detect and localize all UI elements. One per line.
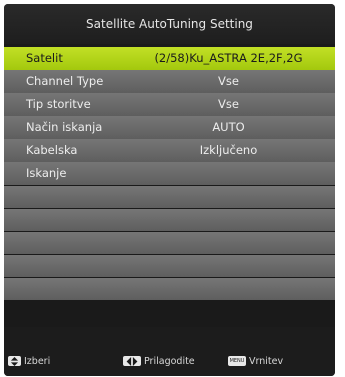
row-nacin-iskanja[interactable]: Način iskanja AUTO	[4, 116, 335, 139]
row-label: Način iskanja	[26, 120, 103, 135]
row-label: Channel Type	[26, 74, 104, 89]
empty-row	[4, 254, 335, 278]
row-value: Vse	[218, 97, 239, 112]
hint-select-label: Izberi	[24, 355, 51, 367]
row-label: Satelit	[26, 51, 63, 65]
hint-adjust: Prilagodite	[123, 354, 195, 368]
row-satelit[interactable]: Satelit (2/58)Ku_ASTRA 2E,2F,2G	[4, 47, 335, 70]
hint-select: Izberi	[8, 354, 50, 368]
hint-adjust-label: Prilagodite	[144, 355, 195, 367]
menu-key-icon: MENU	[228, 356, 246, 366]
empty-row	[4, 231, 335, 255]
up-down-arrows-icon	[8, 356, 21, 366]
row-channel-type[interactable]: Channel Type Vse	[4, 70, 335, 93]
left-right-arrows-icon	[123, 356, 141, 366]
menu-title: Satellite AutoTuning Setting	[4, 4, 335, 44]
empty-row	[4, 208, 335, 232]
settings-list: Satelit (2/58)Ku_ASTRA 2E,2F,2G Channel …	[4, 47, 335, 301]
hint-back-label: Vrnitev	[249, 355, 284, 367]
empty-row	[4, 185, 335, 209]
hint-back: MENU Vrnitev	[228, 354, 283, 368]
footer-hints: Izberi Prilagodite MENU Vrnitev	[4, 327, 335, 376]
row-label: Kabelska	[26, 143, 78, 158]
row-label: Iskanje	[26, 166, 67, 181]
row-iskanje[interactable]: Iskanje	[4, 162, 335, 185]
row-value: Izključeno	[199, 143, 258, 158]
row-value: AUTO	[212, 120, 245, 135]
tv-menu-window: Satellite AutoTuning Setting Satelit (2/…	[4, 4, 335, 376]
row-value: (2/58)Ku_ASTRA 2E,2F,2G	[154, 51, 303, 65]
empty-row	[4, 277, 335, 301]
row-value: Vse	[218, 74, 239, 89]
row-label: Tip storitve	[26, 97, 91, 112]
row-kabelska[interactable]: Kabelska Izključeno	[4, 139, 335, 162]
row-tip-storitve[interactable]: Tip storitve Vse	[4, 93, 335, 116]
